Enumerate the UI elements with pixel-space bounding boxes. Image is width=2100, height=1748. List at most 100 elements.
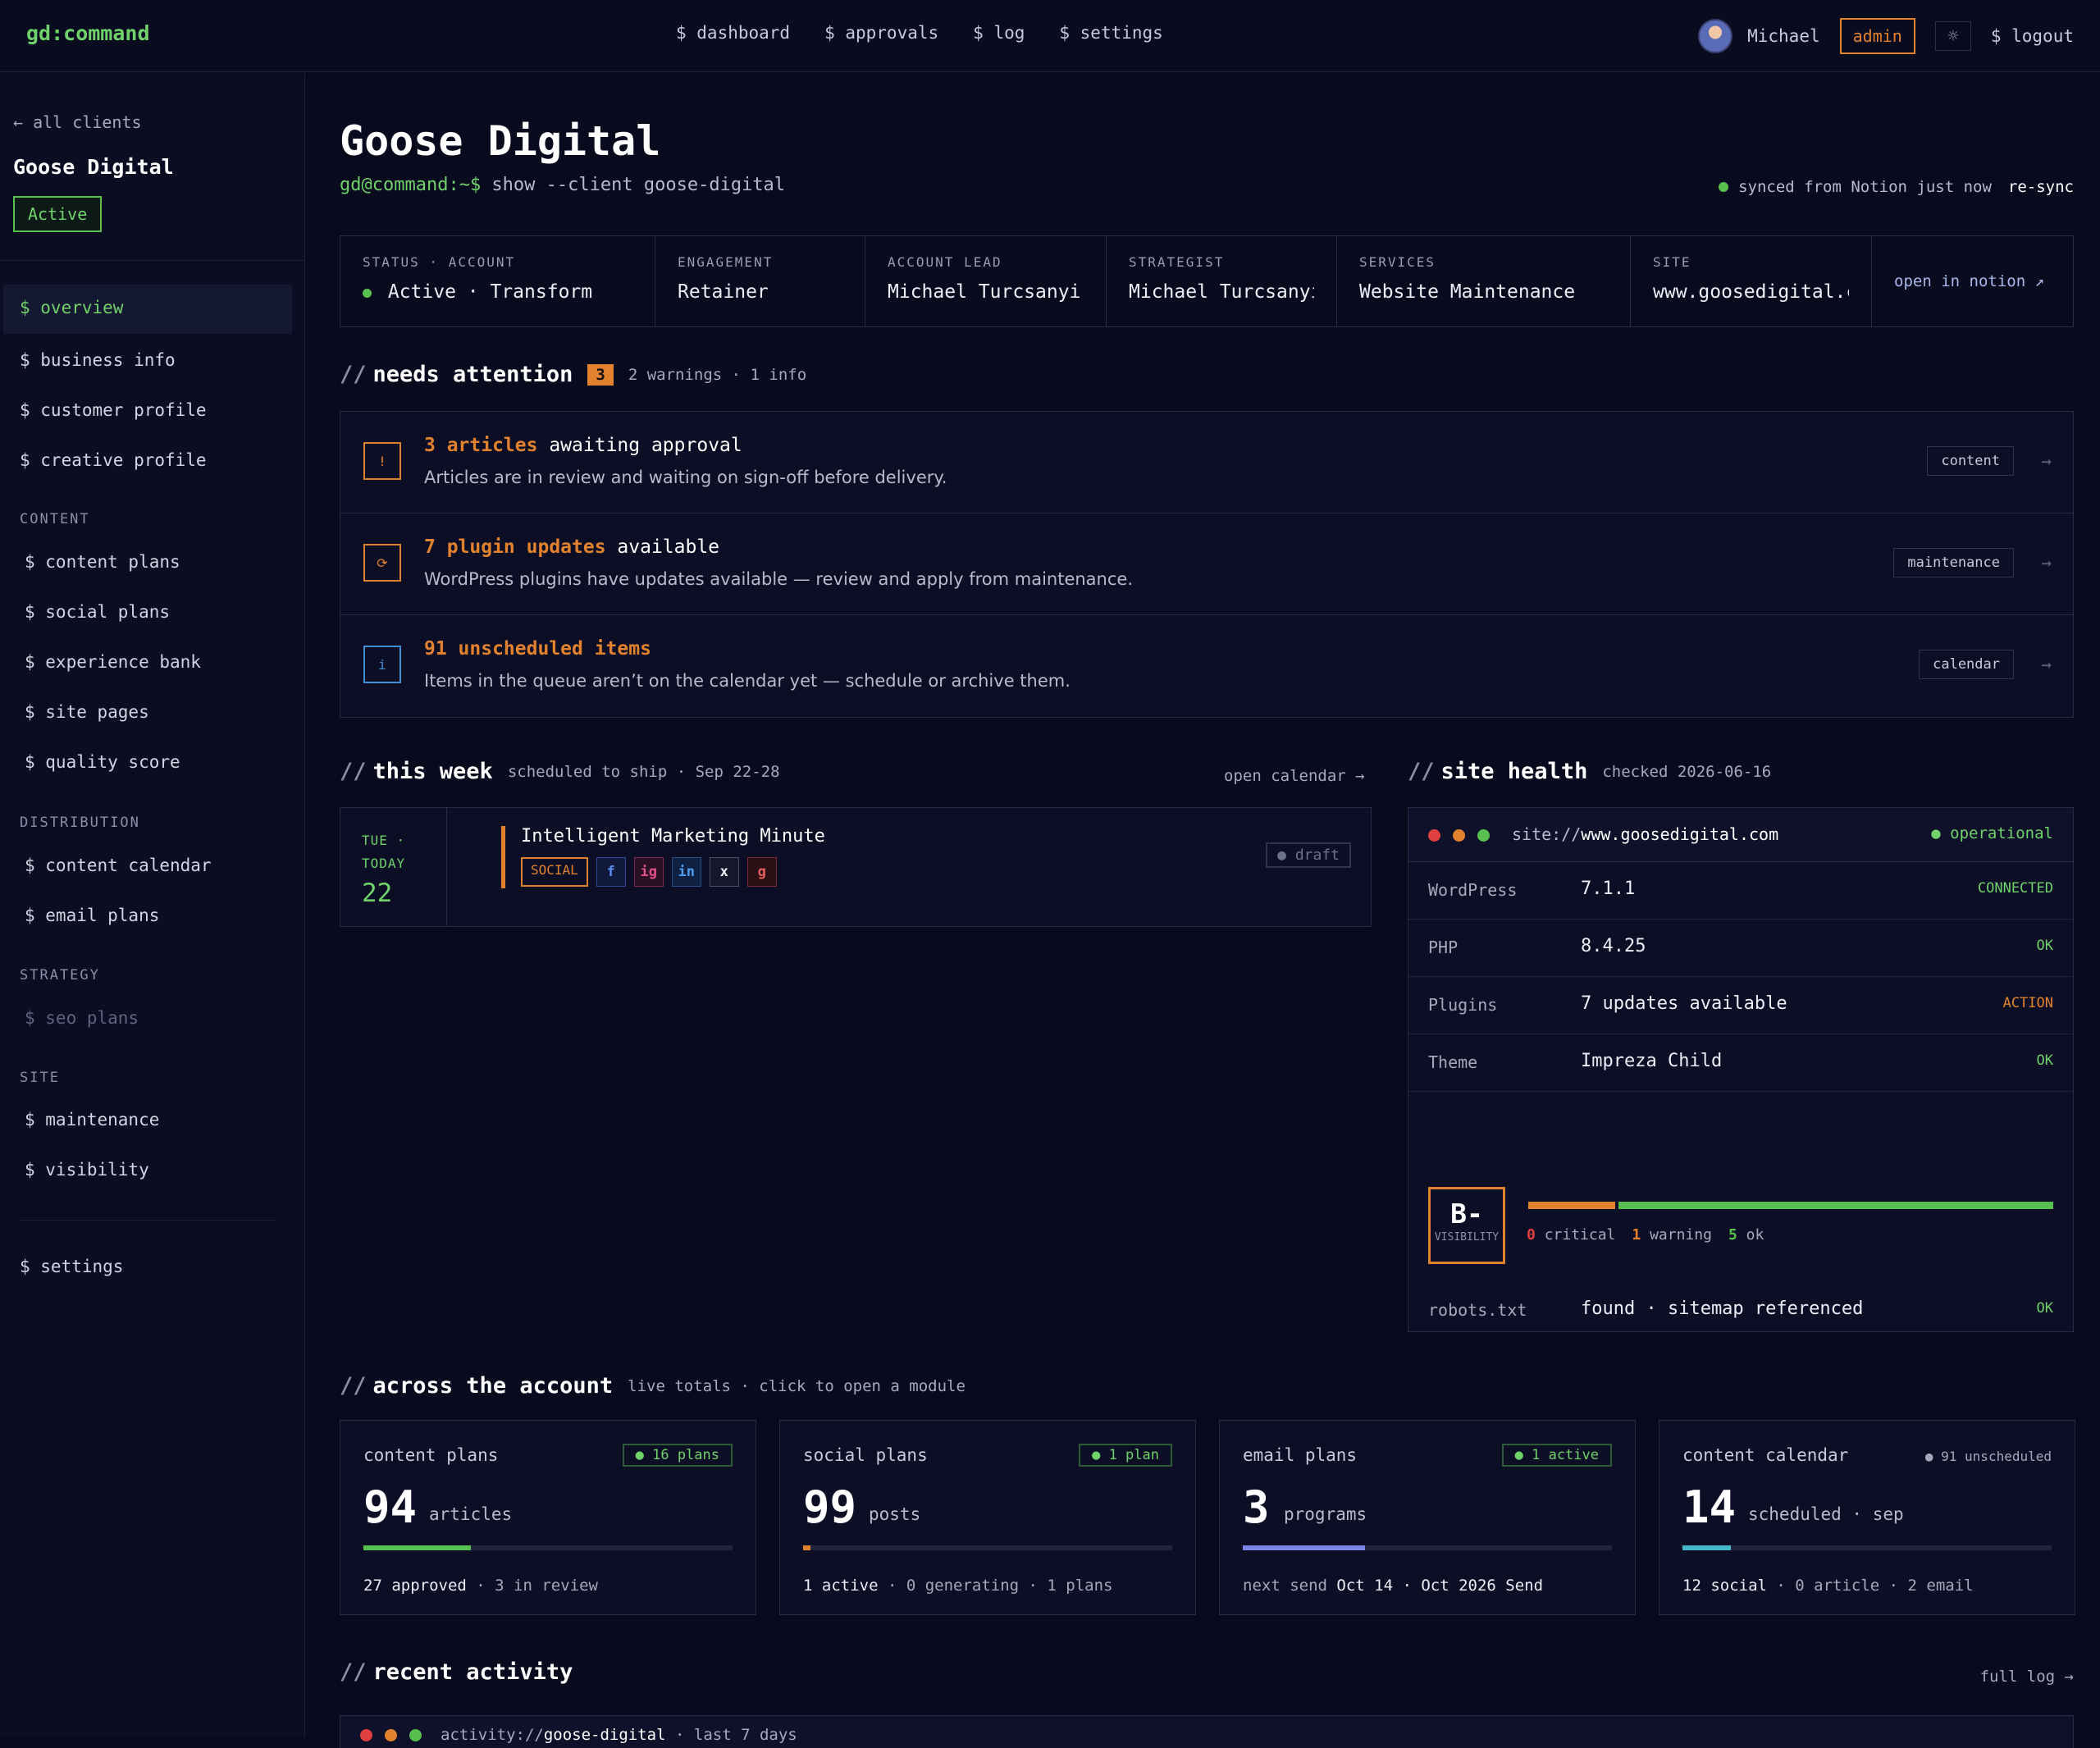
legend-ok: 5 ok — [1728, 1226, 1764, 1244]
instagram-icon: ig — [633, 857, 664, 887]
attention-summary: 2 warnings · 1 info — [628, 365, 807, 384]
stat-card-social-plans[interactable]: social plans ● 1 plan 99 posts 1 active … — [779, 1420, 1196, 1615]
nav-approvals[interactable]: $ approvals — [824, 23, 938, 43]
info-value[interactable]: www.goosedigital.com — [1653, 281, 1849, 303]
sidebar-item-overview[interactable]: $ overview — [3, 285, 292, 334]
sidebar-item-content-calendar[interactable]: $ content calendar — [25, 856, 212, 875]
attention-item[interactable]: ! 3 articles awaiting approval Articles … — [340, 412, 2073, 513]
health-row-plugins[interactable]: Plugins 7 updates available ACTION — [1408, 977, 2073, 1034]
nav-settings[interactable]: $ settings — [1059, 23, 1162, 43]
stat-footer-rest: · 0 generating · 1 plans — [878, 1577, 1113, 1595]
traffic-light-orange-icon — [385, 1729, 397, 1741]
traffic-light-orange-icon — [1453, 829, 1465, 842]
stat-footer: 1 active · 0 generating · 1 plans — [803, 1577, 1113, 1595]
health-header: site://www.goosedigital.com ● operationa… — [1408, 808, 2073, 862]
section-title: //recent activity — [340, 1659, 573, 1685]
sidebar-client-name: Goose Digital — [13, 155, 174, 179]
legend-critical: 0 critical — [1527, 1226, 1615, 1244]
traffic-light-green-icon — [1477, 829, 1490, 842]
attention-tag[interactable]: calendar — [1919, 650, 2014, 679]
resync-button[interactable]: re-sync — [2008, 178, 2074, 196]
attention-item[interactable]: i 91 unscheduled items Items in the queu… — [340, 615, 2073, 717]
visibility-bar — [1528, 1202, 2053, 1209]
stat-unit: posts — [869, 1504, 921, 1524]
sidebar-item-business-info[interactable]: $ business info — [20, 350, 176, 370]
full-log-link[interactable]: full log → — [1980, 1668, 2074, 1686]
account-info-bar: STATUS · ACCOUNT Active · Transform ENGA… — [340, 235, 2074, 327]
item-type-tag: SOCIAL — [521, 857, 588, 887]
logout-link[interactable]: $ logout — [1991, 26, 2074, 46]
health-key: WordPress — [1428, 880, 1518, 900]
sidebar-item-maintenance[interactable]: $ maintenance — [25, 1110, 159, 1130]
stat-unit: programs — [1284, 1504, 1367, 1524]
attention-tag[interactable]: content — [1927, 446, 2014, 476]
brand-logo[interactable]: gd:command — [26, 21, 150, 45]
sidebar-item-seo-plans[interactable]: $ seo plans — [25, 1008, 139, 1028]
open-calendar-link[interactable]: open calendar → — [1224, 767, 1365, 785]
sidebar-divider — [20, 1220, 276, 1221]
sidebar: ← all clients Goose Digital Active $ ove… — [0, 73, 305, 1737]
recent-activity-heading: //recent activity — [340, 1659, 573, 1685]
nav-dashboard[interactable]: $ dashboard — [676, 23, 790, 43]
sidebar-item-site-pages[interactable]: $ site pages — [25, 702, 149, 722]
item-accent-bar — [501, 826, 505, 888]
sidebar-item-experience-bank[interactable]: $ experience bank — [25, 652, 201, 672]
x-icon: x — [709, 857, 739, 887]
stat-footer-strong: 1 active — [803, 1577, 879, 1595]
health-value: Impreza Child — [1581, 1051, 1723, 1071]
stat-card-email-plans[interactable]: email plans ● 1 active 3 programs next s… — [1219, 1420, 1636, 1615]
week-subtitle: scheduled to ship · Sep 22-28 — [507, 762, 780, 781]
traffic-light-red-icon — [360, 1729, 372, 1741]
stat-progress-fill — [1682, 1545, 1731, 1550]
health-key: PHP — [1428, 938, 1459, 957]
stat-footer: 12 social · 0 article · 2 email — [1682, 1577, 1974, 1595]
site-url-prefix: site:// — [1512, 824, 1582, 844]
sidebar-item-email-plans[interactable]: $ email plans — [25, 906, 159, 925]
health-row-wordpress: WordPress 7.1.1 CONNECTED — [1408, 862, 2073, 920]
grade-label: VISIBILITY — [1434, 1231, 1500, 1244]
stat-badge: ● 1 active — [1501, 1444, 1612, 1467]
admin-button[interactable]: admin — [1839, 18, 1915, 54]
sidebar-item-customer-profile[interactable]: $ customer profile — [20, 400, 207, 420]
page-title: Goose Digital — [340, 117, 661, 165]
stat-footer-rest: · 0 article · 2 email — [1766, 1577, 1974, 1595]
site-url[interactable]: site://www.goosedigital.com — [1512, 824, 1778, 844]
attention-strong: 91 unscheduled items — [424, 638, 651, 659]
open-in-notion-link[interactable]: open in notion ↗ — [1872, 236, 2073, 326]
status-dot-icon — [363, 289, 372, 298]
ok-count: 5 — [1728, 1226, 1737, 1244]
stat-card-content-plans[interactable]: content plans ● 16 plans 94 articles 27 … — [340, 1420, 756, 1615]
stat-footer: 27 approved · 3 in review — [363, 1577, 598, 1595]
health-checked: checked 2026-06-16 — [1602, 762, 1772, 781]
attention-tag[interactable]: maintenance — [1893, 548, 2014, 577]
section-title: //site health — [1408, 759, 1588, 784]
back-all-clients-link[interactable]: ← all clients — [13, 112, 142, 132]
scheduled-item-tags: SOCIAL f ig in x g — [521, 857, 777, 887]
stat-progress-track — [363, 1545, 733, 1550]
arrow-right-icon[interactable]: → — [2041, 655, 2052, 674]
health-value: 7 updates available — [1581, 993, 1787, 1014]
visibility-legend: 0 critical 1 warning 5 ok — [1527, 1226, 1764, 1244]
warning-bar-segment — [1528, 1202, 1615, 1209]
info-account-lead: ACCOUNT LEAD Michael Turcsanyi — [865, 236, 1107, 326]
avatar[interactable] — [1698, 19, 1733, 53]
visibility-grade[interactable]: B- VISIBILITY — [1428, 1187, 1505, 1264]
stat-footer-strong: Oct 14 · Oct 2026 Send — [1326, 1577, 1544, 1595]
command-line: gd@command:~$ show --client goose-digita… — [340, 175, 785, 195]
sidebar-item-creative-profile[interactable]: $ creative profile — [20, 450, 207, 470]
stat-card-content-calendar[interactable]: content calendar ● 91 unscheduled 14 sch… — [1659, 1420, 2075, 1615]
scheduled-item-title[interactable]: Intelligent Marketing Minute — [521, 826, 825, 847]
sidebar-item-settings[interactable]: $ settings — [20, 1257, 123, 1276]
sidebar-item-visibility[interactable]: $ visibility — [25, 1160, 149, 1180]
arrow-right-icon[interactable]: → — [2041, 451, 2052, 471]
nav-log[interactable]: $ log — [973, 23, 1025, 43]
sidebar-item-social-plans[interactable]: $ social plans — [25, 602, 170, 622]
info-value: Michael Turcsanyi — [888, 281, 1081, 303]
theme-toggle-sun-icon[interactable]: ☼ — [1934, 21, 1971, 51]
sidebar-item-quality-score[interactable]: $ quality score — [25, 752, 180, 772]
sidebar-item-content-plans[interactable]: $ content plans — [25, 552, 180, 572]
top-bar: gd:command $ dashboard $ approvals $ log… — [0, 0, 2100, 72]
arrow-right-icon[interactable]: → — [2041, 553, 2052, 573]
attention-item[interactable]: ⟳ 7 plugin updates available WordPress p… — [340, 513, 2073, 615]
attention-description: Articles are in review and waiting on si… — [424, 468, 947, 487]
